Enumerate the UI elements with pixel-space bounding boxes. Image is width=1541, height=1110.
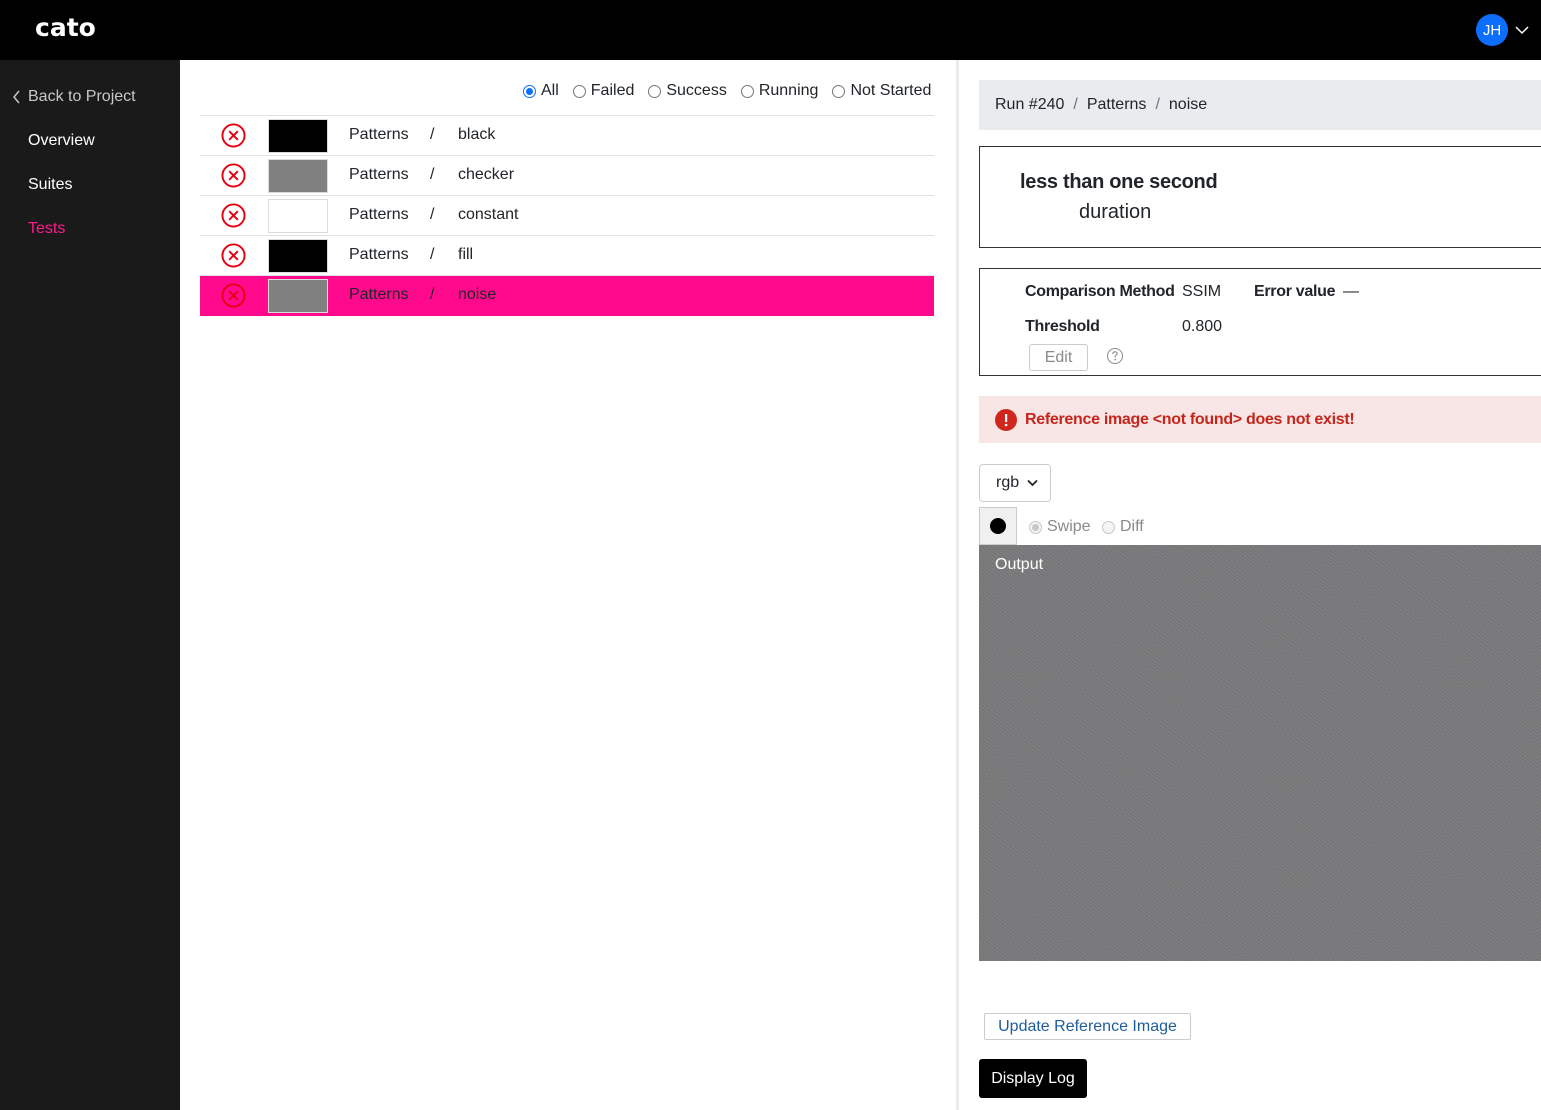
app-logo[interactable]: cato [35,13,96,42]
test-thumbnail [268,119,328,153]
error-icon [995,408,1017,431]
error-value: — [1343,283,1359,300]
test-row[interactable]: Patterns / black [200,116,934,156]
path-separator: / [430,166,435,183]
failed-icon [221,283,246,308]
chevron-left-icon [13,90,20,104]
path-separator: / [430,206,435,223]
update-reference-image-button[interactable]: Update Reference Image [984,1013,1191,1040]
breadcrumb-separator: / [1073,96,1078,113]
test-row-selected[interactable]: Patterns / noise [200,276,934,316]
test-name: noise [458,286,497,303]
filter-success[interactable]: Success [648,82,727,100]
test-name: constant [458,206,519,223]
failed-icon [221,203,246,228]
view-mode-diff-label: Diff [1120,518,1144,535]
test-row[interactable]: Patterns / checker [200,156,934,196]
test-name: fill [458,246,474,263]
sidebar: Back to Project Overview Suites Tests [0,60,180,1110]
filter-success-label: Success [666,82,727,99]
output-image[interactable]: Output [979,545,1541,961]
suite-name: Patterns [349,126,409,143]
view-mode-diff-radio[interactable] [1102,520,1115,534]
filter-not-started-label: Not Started [850,82,932,99]
test-row[interactable]: Patterns / constant [200,196,934,236]
breadcrumb-test: noise [1168,96,1208,113]
background-color-button[interactable] [979,507,1017,545]
sidebar-item-overview[interactable]: Overview [28,132,95,150]
suite-name: Patterns [349,206,409,223]
channel-select-value: rgb [996,474,1020,491]
filter-running-label: Running [758,82,819,99]
filter-failed[interactable]: Failed [572,82,635,100]
view-mode-swipe-label: Swipe [1047,518,1091,535]
alert-message: Reference image <not found> does not exi… [1025,410,1355,428]
filter-all[interactable]: All [523,82,559,100]
test-thumbnail [268,239,328,273]
filter-not-started[interactable]: Not Started [832,82,931,100]
suite-name: Patterns [349,166,409,183]
duration-label: duration [1079,201,1152,223]
output-label: Output [995,556,1044,573]
back-to-project-link[interactable]: Back to Project [12,88,136,106]
chevron-down-icon[interactable] [1514,22,1530,38]
error-value-label: Error value [1254,283,1336,300]
suite-name: Patterns [349,246,409,263]
help-icon[interactable] [1106,347,1124,365]
sidebar-item-tests[interactable]: Tests [28,220,65,238]
threshold-label: Threshold [1025,318,1100,335]
path-separator: / [430,126,435,143]
breadcrumb: Run #240 / Patterns / noise [979,80,1541,130]
status-filter: All Failed Success Running Not Started [523,82,931,100]
filter-not-started-radio[interactable] [832,84,846,98]
threshold-value: 0.800 [1182,318,1223,335]
comparison-method-value: SSIM [1182,283,1222,300]
edit-button[interactable]: Edit [1029,344,1088,371]
user-avatar[interactable]: JH [1476,14,1508,46]
display-log-button[interactable]: Display Log [979,1059,1087,1098]
view-mode-swipe-radio[interactable] [1029,520,1042,534]
error-alert: Reference image <not found> does not exi… [979,396,1541,443]
chevron-down-icon [1027,479,1038,487]
color-swatch-icon [990,518,1006,534]
channel-select[interactable]: rgb [979,464,1051,502]
view-mode-swipe[interactable]: Swipe [1029,518,1091,536]
sidebar-item-suites[interactable]: Suites [28,176,72,194]
failed-icon [221,123,246,148]
filter-running-radio[interactable] [740,84,754,98]
suite-name: Patterns [349,286,409,303]
filter-running[interactable]: Running [740,82,819,100]
test-thumbnail [268,279,328,313]
duration-value: less than one second [1020,171,1218,193]
path-separator: / [430,286,435,303]
breadcrumb-suite[interactable]: Patterns [1087,96,1147,114]
filter-all-radio[interactable] [523,84,536,98]
path-separator: / [430,246,435,263]
test-name: black [458,126,496,143]
test-name: checker [458,166,515,183]
test-row[interactable]: Patterns / fill [200,236,934,276]
test-list: Patterns / black Patterns / checker Patt… [200,115,934,316]
duration-card: less than one second duration [979,146,1541,248]
filter-failed-label: Failed [590,82,635,99]
comparison-method-label: Comparison Method [1025,283,1175,300]
filter-all-label: All [541,82,559,99]
breadcrumb-separator: / [1155,96,1160,113]
back-to-project-label: Back to Project [28,88,136,105]
failed-icon [221,163,246,188]
filter-failed-radio[interactable] [572,84,586,98]
top-bar: cato JH [0,0,1541,60]
filter-success-radio[interactable] [648,84,662,98]
test-thumbnail [268,199,328,233]
view-mode-diff[interactable]: Diff [1102,518,1144,536]
test-thumbnail [268,159,328,193]
failed-icon [221,243,246,268]
comparison-settings-card: Comparison Method SSIM Error value — Thr… [979,268,1541,376]
panel-divider[interactable] [956,60,959,1110]
breadcrumb-run[interactable]: Run #240 [995,96,1064,114]
